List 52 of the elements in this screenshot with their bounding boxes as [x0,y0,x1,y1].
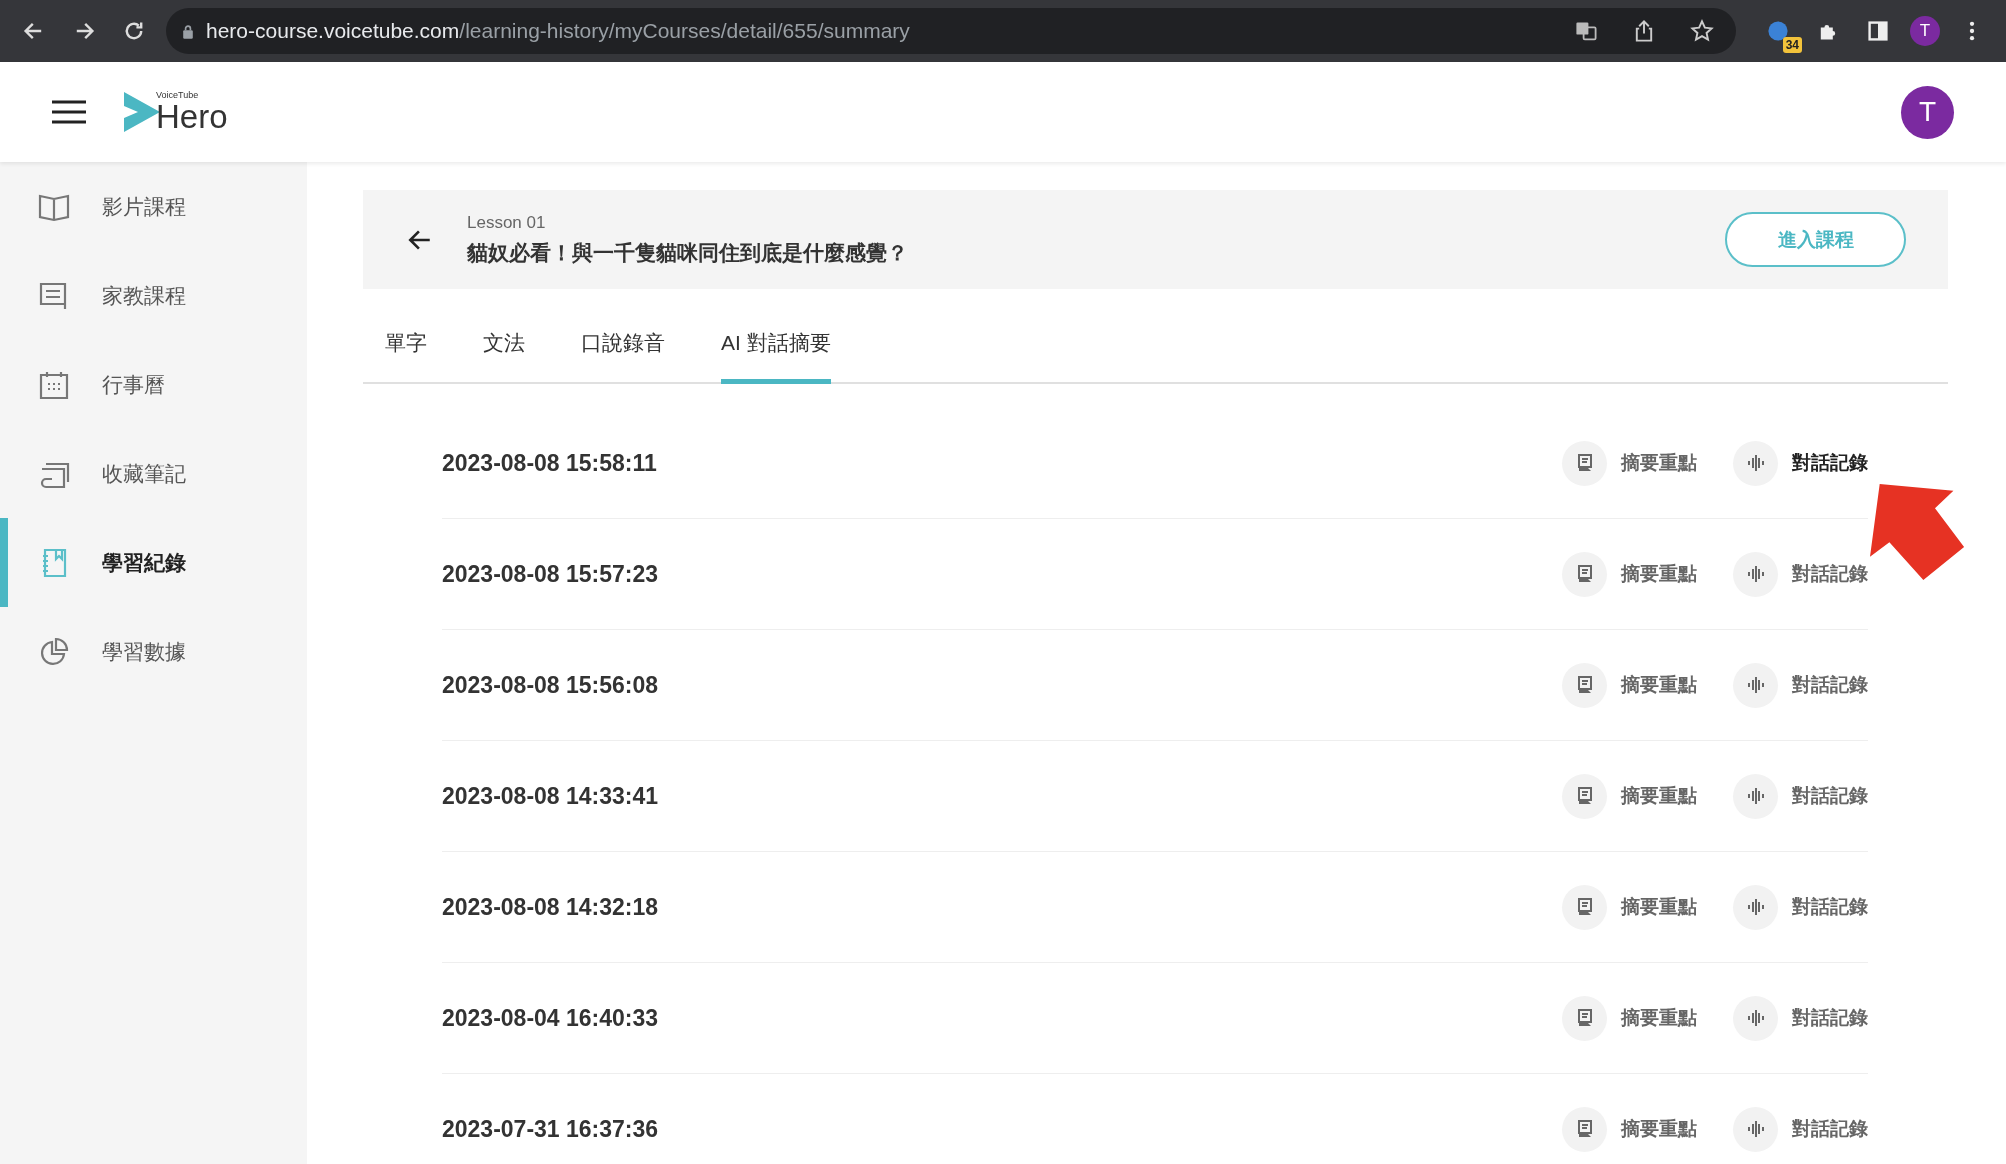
record-datetime: 2023-08-08 15:56:08 [442,671,659,699]
transcript-button[interactable]: 對話記錄 [1733,884,1868,930]
side-panel-icon[interactable] [1866,19,1890,43]
summary-button[interactable]: 摘要重點 [1562,1106,1697,1152]
summary-button[interactable]: 摘要重點 [1562,773,1697,819]
summary-button[interactable]: 摘要重點 [1562,884,1697,930]
sidebar-item[interactable]: 影片課程 [0,162,307,251]
tab[interactable]: 口說錄音 [581,319,665,384]
summary-button[interactable]: 摘要重點 [1562,440,1697,486]
record-datetime: 2023-08-08 14:33:41 [442,782,659,810]
record-datetime: 2023-08-08 15:58:11 [442,449,657,477]
sound-wave-icon [1745,1119,1766,1139]
profile-avatar[interactable]: T [1910,16,1940,46]
tab[interactable]: AI 對話摘要 [721,319,831,384]
sidebar-item[interactable]: 家教課程 [0,251,307,340]
transcript-button[interactable]: 對話記錄 [1733,1106,1868,1152]
sound-wave-icon [1745,453,1766,473]
sidebar-item[interactable]: 學習紀錄 [0,518,307,607]
sidebar-item[interactable]: 行事曆 [0,340,307,429]
record-datetime: 2023-08-08 15:57:23 [442,560,659,588]
tab[interactable]: 單字 [385,319,427,384]
menu-icon[interactable] [52,100,86,124]
transcript-button[interactable]: 對話記錄 [1733,662,1868,708]
address-bar[interactable]: hero-course.voicetube.com/learning-history/myCourses/detail/655/summary [166,8,1736,54]
transcript-button[interactable]: 對話記錄 [1733,773,1868,819]
transcript-button[interactable]: 對話記錄 [1733,551,1868,597]
summary-button[interactable]: 摘要重點 [1562,551,1697,597]
sound-wave-icon [1745,675,1766,695]
sound-wave-icon [1745,786,1766,806]
tab[interactable]: 文法 [483,319,525,384]
logo-text: Hero [156,100,228,133]
user-avatar[interactable]: T [1901,85,1954,139]
record-datetime: 2023-07-31 16:37:36 [442,1115,659,1143]
record-datetime: 2023-08-08 14:32:18 [442,893,659,921]
transcript-button[interactable]: 對話記錄 [1733,440,1868,486]
lock-icon [182,23,194,39]
sidebar-item[interactable]: 收藏筆記 [0,429,307,518]
summary-button[interactable]: 摘要重點 [1562,662,1697,708]
sound-wave-icon [1745,1008,1766,1028]
summary-button[interactable]: 摘要重點 [1562,995,1697,1041]
sound-wave-icon [1745,564,1766,584]
lesson-title: 貓奴必看！與一千隻貓咪同住到底是什麼感覺？ [467,239,908,266]
pie-icon [38,635,70,668]
logo-subtitle: VoiceTube [156,91,200,100]
url-text: hero-course.voicetube.com/learning-history/myCourses/detail/655/summary [206,19,910,43]
star-icon[interactable] [1690,19,1714,43]
extension-badge: 34 [1782,37,1802,53]
record-datetime: 2023-08-04 16:40:33 [442,1004,659,1032]
sidebar-item[interactable]: 學習數據 [0,607,307,696]
transcript-button[interactable]: 對話記錄 [1733,995,1868,1041]
sound-wave-icon [1745,897,1766,917]
lesson-number: Lesson 01 [467,212,547,233]
